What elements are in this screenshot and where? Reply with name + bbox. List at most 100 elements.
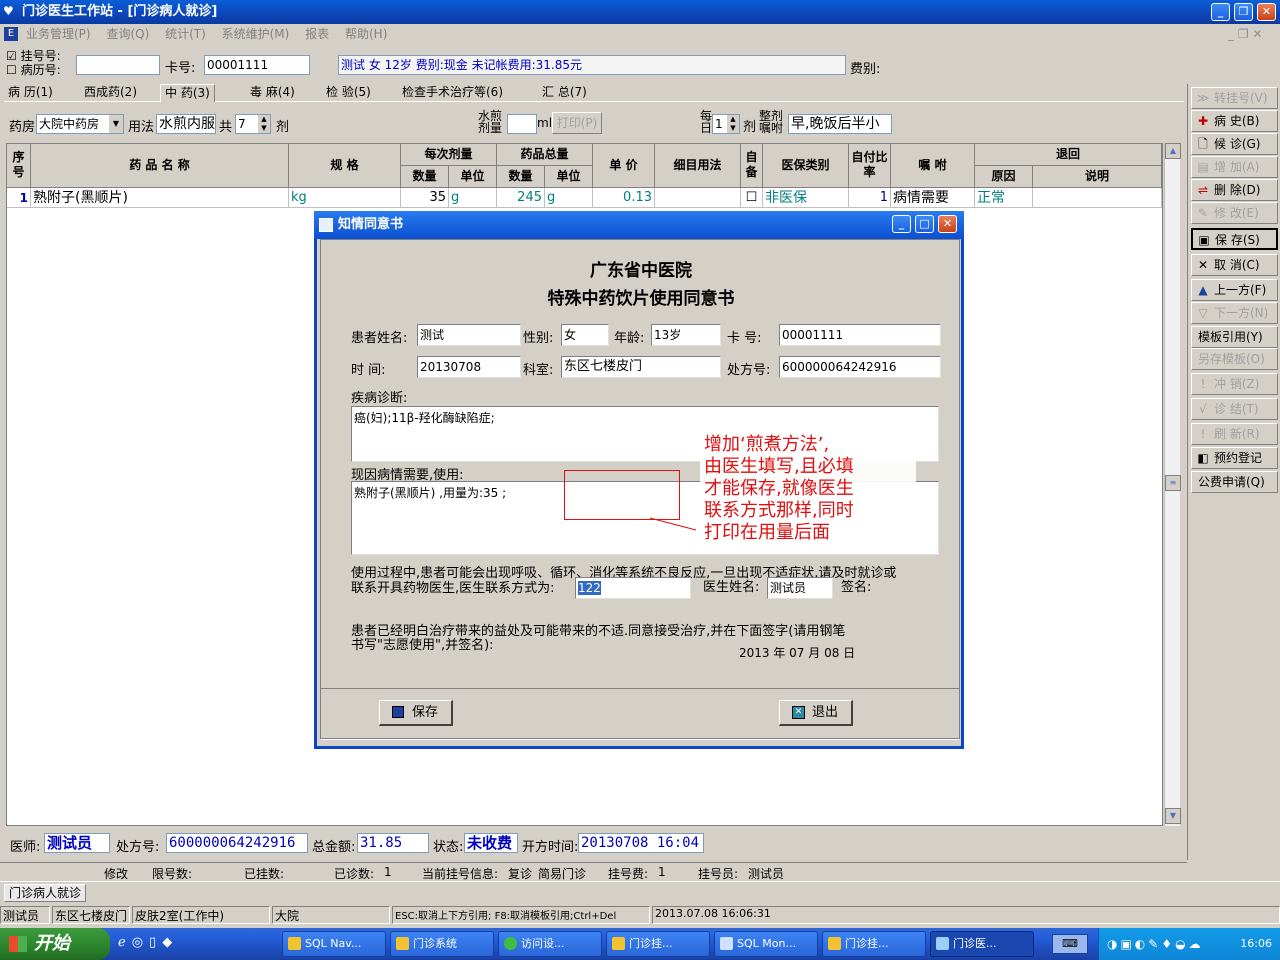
task-sql-nav[interactable]: SQL Nav... [282,931,386,957]
menu-report[interactable]: 报表 [305,27,329,41]
task-registration-1[interactable]: 门诊挂... [606,931,710,957]
sex-field[interactable]: 女 [561,324,609,346]
tab-narcotic[interactable]: 毒 麻(4) [246,84,299,102]
task-registration-2[interactable]: 门诊挂... [822,931,926,957]
chevron-down-icon[interactable]: ▼ [109,115,123,133]
age-field[interactable]: 13岁 [651,324,721,346]
public-fee-button[interactable]: 公费申请(Q) [1191,471,1278,493]
dialog-maximize-button[interactable]: □ [915,215,934,233]
pharmacy-select[interactable]: 大院中药房 ▼ [36,114,124,134]
history-button[interactable]: ✚ 病 史(B) [1191,110,1278,132]
water-dose-input[interactable] [507,114,537,134]
menu-query[interactable]: 查询(Q) [106,27,149,41]
tool-icon[interactable]: ▯ [149,935,162,950]
status-reg-info: 当前挂号信息: [422,867,499,881]
menu-help[interactable]: 帮助(H) [345,27,387,41]
row-return-reason[interactable]: 正常 [975,188,1033,208]
add-button[interactable]: ▤ 增 加(A) [1191,156,1278,178]
spinner-icon[interactable]: ▲ ▼ [258,115,270,133]
col-return: 退回 [975,144,1162,166]
row-price[interactable]: 0.13 [593,188,655,208]
row-self-checkbox[interactable]: ☐ [741,188,763,208]
contact-field[interactable]: 122 [575,577,691,599]
next-rx-button[interactable]: ▽ 下一方(N) [1191,302,1278,324]
col-advice: 嘱 咐 [891,144,975,188]
maximize-button[interactable]: ❐ [1234,3,1253,21]
keyboard-icon[interactable]: ⌨ [1052,934,1088,954]
refresh-button[interactable]: ! 刷 新(R) [1191,423,1278,445]
conclude-button[interactable]: √ 诊 结(T) [1191,398,1278,420]
task-sql-monitor[interactable]: SQL Mon... [714,931,818,957]
reg-no-checkbox[interactable]: ☑ 挂号号: [6,49,61,63]
print-button[interactable]: 打印(P) [552,112,602,134]
task-clinic-doctor[interactable]: 门诊医... [930,931,1034,957]
dialog-exit-button[interactable]: ✕ 退出 [779,700,853,726]
whole-advice-input[interactable]: 早,晚饭后半小 [788,114,892,134]
tab-chinese-medicine[interactable]: 中 药(3) [160,84,215,102]
tab-history[interactable]: 病 历(1) [4,84,57,102]
status-reg-fee: 挂号费: [608,867,649,881]
tab-lab[interactable]: 检 验(5) [322,84,375,102]
dept-field[interactable]: 东区七楼皮门 [561,356,721,378]
row-return-desc[interactable] [1033,188,1162,208]
prev-rx-button[interactable]: ▲ 上一方(F) [1191,279,1278,301]
row-total-qty[interactable]: 245 [497,188,545,208]
delete-button[interactable]: ⇌ 删 除(D) [1191,179,1278,201]
browser-icon[interactable]: ◎ [132,935,149,950]
row-total-unit[interactable]: g [545,188,593,208]
total-doses-spinner[interactable]: 7 ▲ ▼ [235,114,271,134]
grid-scrollbar[interactable]: ▲ ≡ ▼ [1164,143,1181,826]
time-field[interactable]: 20130708 [417,356,521,378]
transfer-reg-button[interactable]: ≫ 转挂号(V) [1191,87,1278,109]
card-no-input[interactable]: 00001111 [204,55,310,75]
rx-no-field[interactable]: 600000064242916 [779,356,941,378]
row-qty[interactable]: 35 [401,188,449,208]
row-spec[interactable]: kg [289,188,401,208]
cancel-button[interactable]: ✕ 取 消(C) [1191,254,1278,276]
tab-western-drug[interactable]: 西成药(2) [80,84,141,102]
edit-button[interactable]: ✎ 修 改(E) [1191,202,1278,224]
doctor-name-field[interactable]: 测试员 [767,577,833,599]
reverse-button[interactable]: ! 冲 销(Z) [1191,373,1278,395]
save-button[interactable]: ▣ 保 存(S) [1191,228,1278,250]
row-insurance[interactable]: 非医保 [763,188,849,208]
minimize-button[interactable]: _ [1211,3,1230,21]
task-clinic-system[interactable]: 门诊系统 [390,931,494,957]
row-usage[interactable] [655,188,741,208]
card-no-field[interactable]: 00001111 [779,324,941,346]
tab-summary[interactable]: 汇 总(7) [538,84,591,102]
reg-no-input[interactable] [76,55,160,75]
row-advice[interactable]: 病情需要 [891,188,975,208]
waiting-button[interactable]: 🗋 候 诊(G) [1191,133,1278,155]
close-button[interactable]: ✕ [1257,3,1276,21]
scroll-up-icon[interactable]: ▲ [1165,143,1181,159]
appointment-button[interactable]: ◧ 预约登记 [1191,447,1278,469]
mdi-controls[interactable]: _ ❐ ✕ [1228,24,1262,44]
tab-exam-surgery[interactable]: 检查手术治疗等(6) [398,84,507,102]
dialog-close-button[interactable]: ✕ [938,215,957,233]
template-use-button[interactable]: 模板引用(Y) [1191,326,1278,348]
mdi-tab-clinic[interactable]: 门诊病人就诊 [4,884,87,902]
spinner-icon[interactable]: ▲ ▼ [727,115,739,133]
ie-icon[interactable]: ℯ [118,935,132,950]
scroll-down-icon[interactable]: ▼ [1165,808,1181,824]
tray-icons[interactable]: ◑▣◐✎♦◒☁ [1107,928,1204,960]
nav-icon[interactable]: ◆ [162,935,178,950]
menu-maintenance[interactable]: 系统维护(M) [222,27,290,41]
row-ratio[interactable]: 1 [849,188,891,208]
patient-name-field[interactable]: 测试 [417,324,521,346]
x-icon: ✕ [1197,258,1209,272]
dialog-save-button[interactable]: 保存 [379,700,453,726]
usage-input[interactable]: 水煎内服 [156,114,216,134]
daily-dose-spinner[interactable]: 1 ▲ ▼ [712,114,740,134]
row-drug-name[interactable]: 熟附子(黑顺片) [31,188,289,208]
menu-business[interactable]: 业务管理(P) [26,27,91,41]
row-unit[interactable]: g [449,188,497,208]
record-no-checkbox[interactable]: ☐ 病历号: [6,63,61,77]
menu-stats[interactable]: 统计(T) [165,27,206,41]
dialog-minimize-button[interactable]: _ [892,215,911,233]
task-access[interactable]: 访问设... [498,931,602,957]
template-saveas-button[interactable]: 另存模板(O) [1191,348,1278,370]
scroll-thumb[interactable]: ≡ [1165,475,1181,491]
start-button[interactable]: 开始 [0,928,110,960]
